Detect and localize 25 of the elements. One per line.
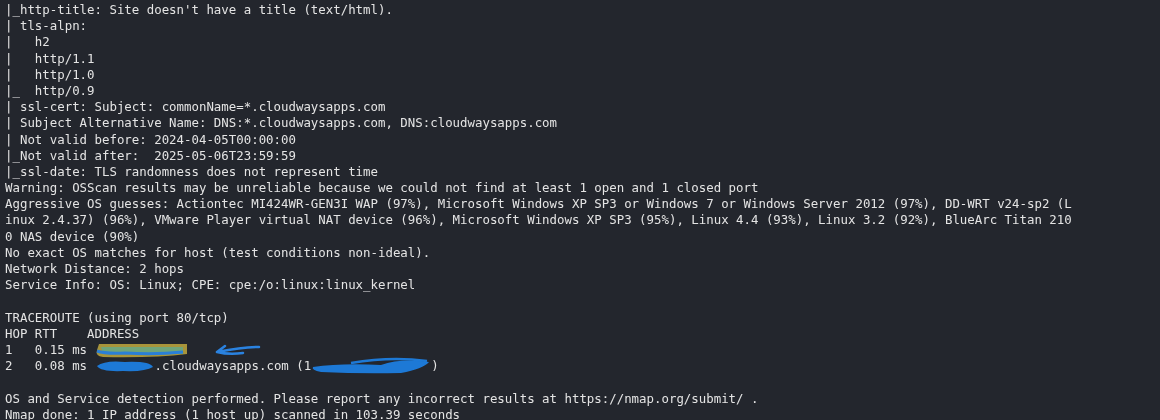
terminal-line: |_http-title: Site doesn't have a title (text/html). (5, 2, 394, 19)
terminal-line: HOP RTT ADDRESS (5, 325, 141, 342)
terminal-line: Warning: OSScan results may be unreliable because we could not find at least 1 open and 1 closed port (5, 180, 760, 197)
terminal-line: No exact OS matches for host (test conditions non-ideal). (5, 244, 432, 261)
terminal-line: | tls-alpn: (5, 18, 89, 35)
terminal-text: 2 0.08 ms (5, 358, 89, 375)
terminal-line: TRACEROUTE (using port 80/tcp) (5, 309, 230, 326)
terminal-line: inux 2.4.37) (96%), VMware Player virtual NAT device (96%), Microsoft Windows XP SP3 (95%), Linux 4.4 (93%), Linux 3.2 (92%), BlueArc Titan 210 (5, 212, 1073, 229)
terminal-line: |_Not valid after: 2025-05-06T23:59:59 (5, 147, 297, 164)
terminal-line: | http/1.0 (5, 66, 96, 83)
terminal-line: OS and Service detection performed. Please report any incorrect results at https://nmap.org/submit/ . (5, 390, 760, 407)
terminal-line: | http/1.1 (5, 50, 96, 67)
terminal-line: |_ssl-date: TLS randomness does not represent time (5, 163, 379, 181)
terminal-text: ) (431, 358, 439, 375)
terminal-line: | ssl-cert: Subject: commonName=*.cloudwaysapps.com (5, 99, 387, 116)
terminal-line: Service Info: OS: Linux; CPE: cpe:/o:linux:linux_kernel (5, 277, 417, 294)
terminal-text: .cloudwaysapps.com (1 (154, 358, 312, 375)
terminal-line: Network Distance: 2 hops (5, 261, 186, 278)
terminal-line: Aggressive OS guesses: Actiontec MI424WR-GEN3I WAP (97%), Microsoft Windows XP SP3 or Windows 7 or Windows Server 2012 (97%), DD-WRT v24-sp2 (L (5, 196, 1073, 213)
terminal-text: 1 0.15 ms (5, 341, 89, 359)
terminal-line: 0 NAS device (90%) (5, 228, 141, 245)
terminal-line: | h2 (5, 34, 51, 51)
terminal-line: |_ http/0.9 (5, 82, 96, 100)
terminal-line: | Subject Alternative Name: DNS:*.cloudwaysapps.com, DNS:cloudwaysapps.com (5, 115, 559, 132)
terminal-line: | Not valid before: 2024-04-05T00:00:00 (5, 131, 297, 148)
